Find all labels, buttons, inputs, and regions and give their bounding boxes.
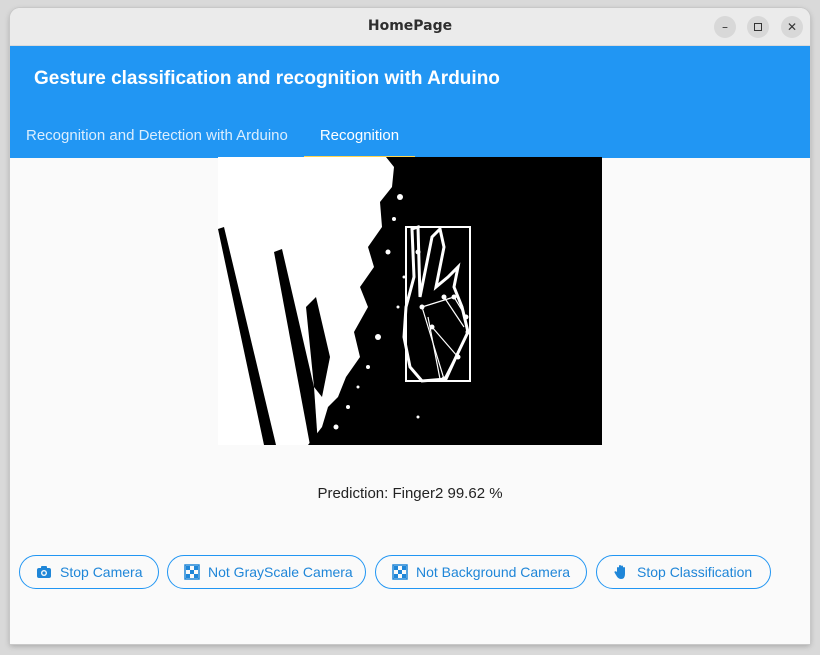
minimize-icon: – [722,20,728,34]
tab-recognition[interactable]: Recognition [303,114,416,158]
minimize-button[interactable]: – [714,16,736,38]
app-title: Gesture classification and recognition w… [34,68,500,89]
camera-feed [218,157,602,445]
close-button[interactable]: ✕ [781,16,803,38]
stop-camera-button[interactable]: Stop Camera [19,555,159,589]
app-header: Gesture classification and recognition w… [10,46,810,158]
stop-classification-label: Stop Classification [637,564,753,580]
stop-camera-label: Stop Camera [60,564,143,580]
close-icon: ✕ [786,20,798,34]
tab-recognition-detection-arduino[interactable]: Recognition and Detection with Arduino [10,114,304,158]
checkerboard-icon [184,564,200,580]
hand-icon [614,565,625,579]
not-background-camera-button[interactable]: Not Background Camera [375,555,587,589]
not-grayscale-camera-button[interactable]: Not GrayScale Camera [167,555,366,589]
maximize-button[interactable] [747,16,769,38]
title-bar[interactable]: HomePage – ✕ [10,8,810,46]
stop-classification-button[interactable]: Stop Classification [596,555,771,589]
camera-icon [37,566,51,578]
camera-frame-image [218,157,602,445]
not-background-camera-label: Not Background Camera [416,564,571,580]
checkerboard-icon [392,564,408,580]
window-title: HomePage [367,18,453,34]
app-window: HomePage – ✕ Gesture classification and … [10,8,810,644]
tab-bar: Recognition and Detection with Arduino R… [10,114,416,158]
prediction-text: Prediction: Finger2 99.62 % [317,485,503,502]
maximize-icon [754,23,762,31]
not-grayscale-camera-label: Not GrayScale Camera [208,564,353,580]
